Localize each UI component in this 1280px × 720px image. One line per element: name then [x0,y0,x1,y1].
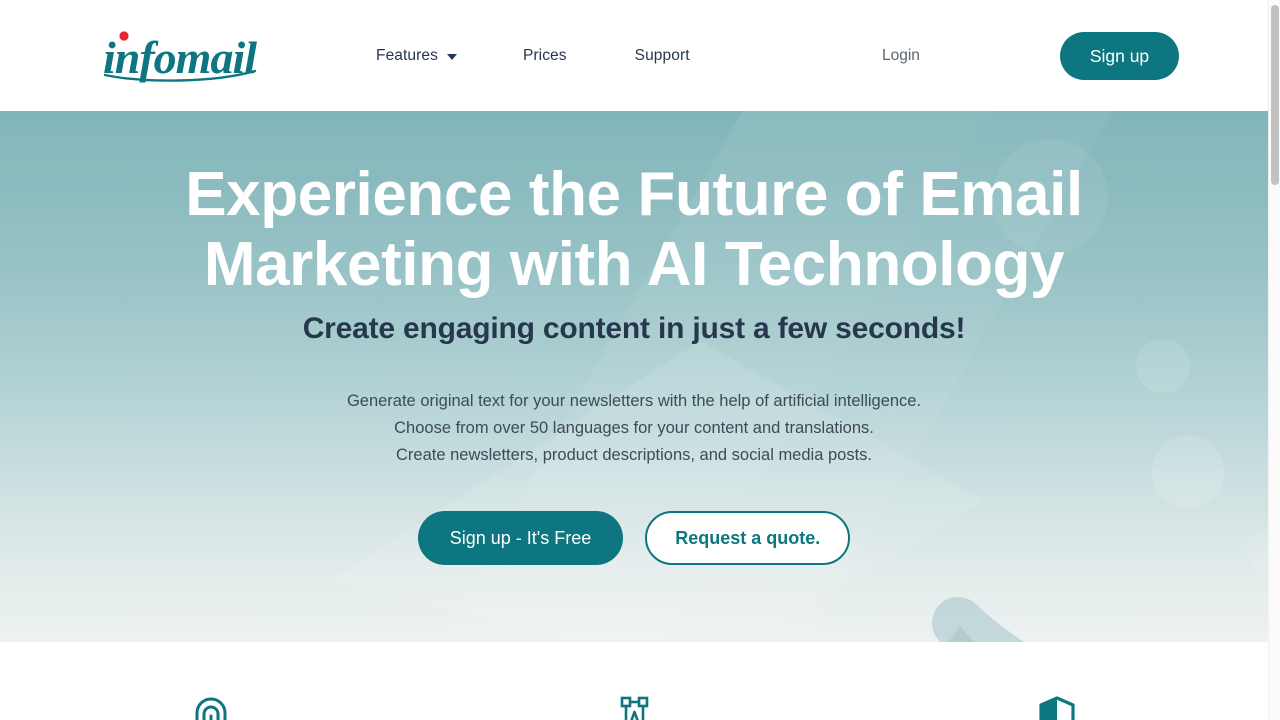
login-label: Login [882,46,920,64]
scrollbar-thumb[interactable] [1271,5,1279,185]
nav-item-prices-label: Prices [522,46,567,64]
logo[interactable]: infomail [103,25,263,87]
nav-item-support[interactable]: Support [621,37,704,75]
signup-button-label: Sign up [1089,45,1150,66]
hero-body-line2: Choose from over 50 languages for your c… [394,419,874,437]
hero-subtitle: Create engaging content in just a few se… [302,312,966,345]
hero-title-line2: Marketing with AI Technology [203,230,1065,299]
hero-body-line3: Create newsletters, product descriptions… [396,446,872,464]
main-nav: Features Prices Support [362,0,704,111]
nav-item-support-label: Support [634,46,690,64]
chevron-down-icon [446,53,457,60]
nav-item-features[interactable]: Features [362,37,471,75]
hero-title-line1: Experience the Future of Email [185,160,1083,229]
typography-ruler-icon [620,696,649,720]
hero-cta-row: Sign up - It's Free Request a quote. [417,511,851,565]
hero-content: Experience the Future of Email Marketing… [0,111,1268,642]
page-root: infomail Features Prices Support Login S… [0,0,1280,720]
signup-free-button-label: Sign up - It's Free [449,527,592,548]
shield-icon [1039,696,1075,720]
hero-section: Experience the Future of Email Marketing… [0,111,1268,642]
request-quote-button-label: Request a quote. [675,527,821,548]
site-header: infomail Features Prices Support Login S… [0,0,1268,111]
feature-item-2[interactable] [423,642,846,720]
login-link[interactable]: Login [882,0,920,111]
nav-item-features-label: Features [376,46,438,64]
nav-item-prices[interactable]: Prices [509,37,581,75]
feature-item-3[interactable] [845,642,1268,720]
hero-body-line1: Generate original text for your newslett… [346,392,922,410]
page-title: Experience the Future of Email Marketing… [185,160,1083,300]
signup-free-button[interactable]: Sign up - It's Free [417,511,624,565]
features-strip [0,642,1268,720]
request-quote-button[interactable]: Request a quote. [645,511,851,565]
vertical-scrollbar[interactable] [1268,0,1280,720]
infomail-logo-icon: infomail [103,31,258,83]
signup-button[interactable]: Sign up [1060,32,1179,80]
fingerprint-icon [195,697,227,720]
hero-body-text: Generate original text for your newslett… [347,388,921,469]
feature-item-1[interactable] [0,642,423,720]
